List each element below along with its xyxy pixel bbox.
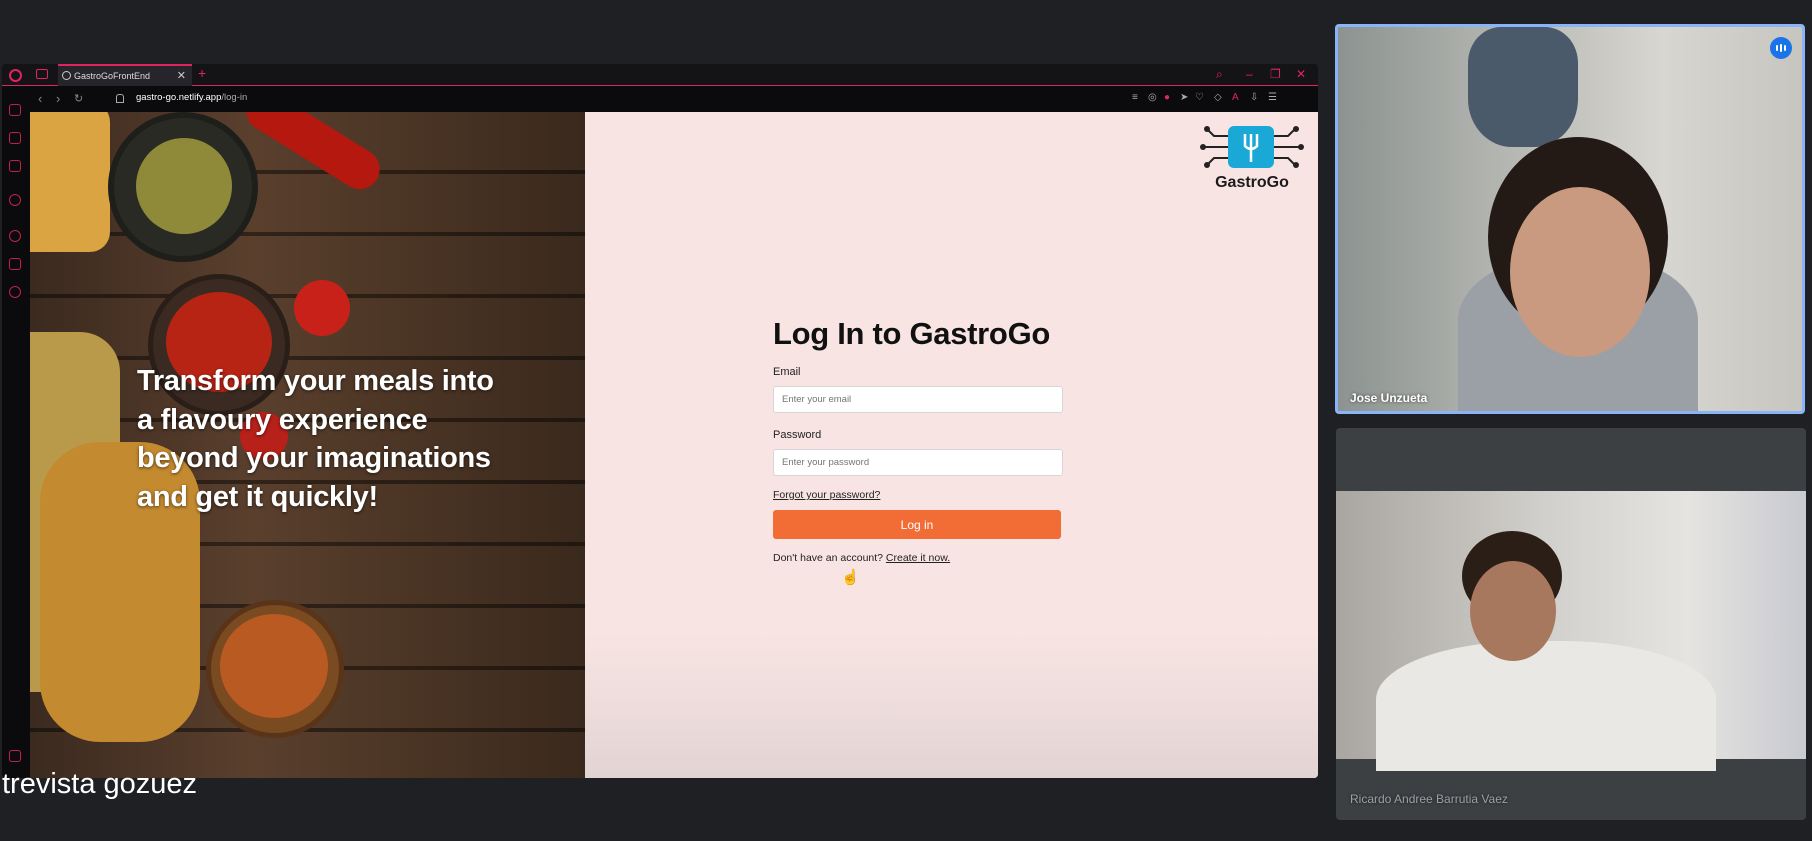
logo-name: GastroGo [1215, 174, 1289, 191]
shirt-image [1376, 641, 1716, 771]
extensions-icon[interactable] [9, 258, 21, 270]
fries-image [30, 112, 110, 252]
signup-prompt: Don't have an account? [773, 552, 883, 564]
gastrogo-logo[interactable]: GastroGo [1200, 126, 1304, 196]
tab-title: GastroGoFrontEnd [74, 71, 151, 81]
reload-icon[interactable]: ↻ [74, 92, 83, 105]
back-icon[interactable]: ‹ [38, 91, 42, 106]
create-account-link[interactable]: Create it now. [886, 552, 950, 564]
login-form: Log In to GastroGo Email Password Forgot… [773, 316, 1063, 564]
face-image [1510, 187, 1650, 357]
participant-tile-active[interactable]: Jose Unzueta [1335, 24, 1805, 414]
hero-tagline: Transform your meals into a flavoury exp… [137, 365, 494, 513]
password-label: Password [773, 429, 822, 441]
speaking-indicator-icon [1770, 37, 1792, 59]
opera-logo-icon[interactable] [9, 69, 22, 82]
login-button[interactable]: Log in [773, 510, 1061, 539]
participant-video [1336, 491, 1806, 771]
tab-bar: GastroGoFrontEnd ✕ + ⌕ – ❐ ✕ [2, 64, 1318, 86]
send-icon[interactable]: ➤ [1180, 92, 1188, 103]
twitch-icon[interactable] [9, 160, 21, 172]
translate-icon[interactable]: A [1232, 92, 1239, 103]
restore-icon[interactable]: ❐ [1270, 67, 1281, 81]
browser-tab[interactable]: GastroGoFrontEnd ✕ [58, 64, 192, 86]
download-icon[interactable]: ⇩ [1250, 92, 1258, 103]
hand-cursor-icon: ☝ [841, 569, 860, 586]
caption-text: trevista gozuez [2, 768, 198, 800]
meeting-stage: GastroGoFrontEnd ✕ + ⌕ – ❐ ✕ ‹ › ↻ gastr… [0, 0, 1812, 841]
search-tabs-icon[interactable]: ⌕ [1216, 67, 1223, 82]
olives-image [136, 138, 232, 234]
login-page: Transform your meals into a flavoury exp… [30, 112, 1318, 778]
circuit-logo-icon [1200, 126, 1304, 168]
browser-sidebar [2, 86, 28, 778]
adblock-icon[interactable]: ● [1164, 92, 1170, 103]
panel-shade [585, 632, 1318, 778]
speed-dial-icon[interactable] [9, 104, 21, 116]
email-label: Email [773, 366, 801, 378]
signup-row: Don't have an account? Create it now. [773, 552, 1063, 564]
forgot-password-link[interactable]: Forgot your password? [773, 489, 1063, 501]
new-tab-icon[interactable]: + [198, 65, 206, 81]
spice-image [220, 614, 328, 718]
settings-gear-icon[interactable] [9, 286, 21, 298]
close-window-icon[interactable]: ✕ [1296, 67, 1306, 81]
lock-icon [116, 94, 124, 103]
email-field[interactable] [773, 386, 1063, 413]
shared-browser-window: GastroGoFrontEnd ✕ + ⌕ – ❐ ✕ ‹ › ↻ gastr… [2, 64, 1318, 778]
tomato-image [294, 280, 350, 336]
participant-name: Jose Unzueta [1350, 391, 1428, 405]
cube-icon[interactable]: ◇ [1214, 92, 1222, 103]
heart-icon[interactable]: ♡ [1195, 92, 1204, 103]
chili-image [238, 112, 388, 197]
spotify-icon[interactable] [9, 194, 21, 206]
password-field[interactable] [773, 449, 1063, 476]
hero-food-image: Transform your meals into a flavoury exp… [30, 112, 585, 778]
forward-icon[interactable]: › [56, 91, 60, 106]
workspace-icon[interactable] [36, 69, 48, 79]
login-panel: GastroGo Log In to GastroGo Email Passwo… [585, 112, 1318, 778]
hood-image [1468, 27, 1578, 147]
login-title: Log In to GastroGo [773, 316, 1051, 351]
sidebar-setup-icon[interactable] [9, 750, 21, 762]
globe-icon [62, 71, 71, 80]
bag-icon[interactable] [9, 132, 21, 144]
close-tab-icon[interactable]: ✕ [177, 66, 186, 86]
minimize-icon[interactable]: – [1246, 67, 1253, 81]
snapshot-icon[interactable]: ◎ [1148, 92, 1157, 103]
address-bar: ‹ › ↻ gastro-go.netlify.app/log-in ≡ ◎ ●… [28, 86, 1318, 112]
history-icon[interactable] [9, 230, 21, 242]
easy-setup-icon[interactable]: ≡ [1132, 92, 1138, 103]
participant-tile[interactable]: Ricardo Andree Barrutia Vaez [1336, 428, 1806, 820]
url-field[interactable]: gastro-go.netlify.app/log-in [136, 92, 247, 103]
face-image [1470, 561, 1556, 661]
participant-name: Ricardo Andree Barrutia Vaez [1350, 792, 1508, 806]
menu-icon[interactable]: ☰ [1268, 92, 1277, 103]
